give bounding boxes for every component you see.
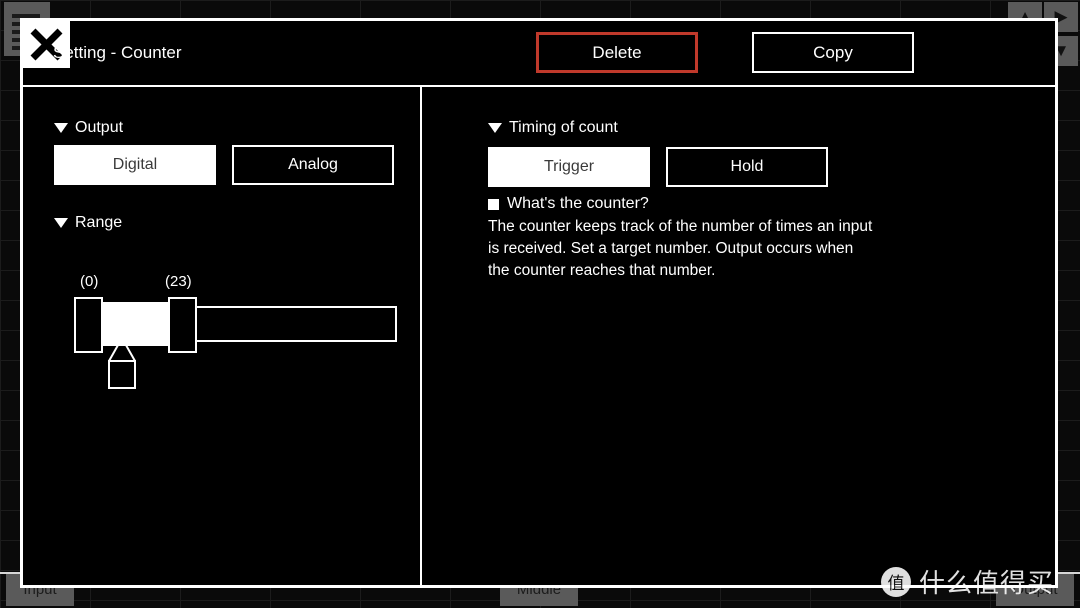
triangle-down-icon — [488, 123, 502, 133]
square-bullet-icon — [488, 198, 499, 210]
timing-option-hold[interactable]: Hold — [666, 147, 828, 187]
timing-section-label: Timing of count — [509, 119, 618, 136]
dialog-title: Setting - Counter — [53, 43, 182, 62]
watermark-badge: 值 — [880, 566, 911, 597]
output-section-label: Output — [75, 119, 124, 136]
info-section: What's the counter? The counter keeps tr… — [488, 195, 918, 282]
watermark: 值 什么值得买 — [880, 563, 1054, 600]
range-min-label: (0) — [80, 273, 99, 290]
triangle-down-icon — [54, 123, 68, 133]
output-option-group: Digital Analog — [54, 145, 394, 185]
setting-counter-dialog: Setting - Counter Delete Copy Output Dig… — [20, 18, 1058, 588]
output-option-analog[interactable]: Analog — [232, 145, 394, 185]
dialog-header: Setting - Counter Delete Copy — [23, 21, 1055, 87]
copy-button[interactable]: Copy — [752, 32, 914, 73]
watermark-text: 什么值得买 — [918, 568, 1054, 598]
timing-section: Timing of count Trigger Hold — [488, 89, 828, 187]
info-title-row: What's the counter? — [488, 195, 918, 213]
delete-button[interactable]: Delete — [536, 32, 698, 73]
triangle-down-icon — [54, 218, 68, 228]
range-section-label: Range — [75, 214, 123, 231]
timing-section-header: Timing of count — [488, 119, 828, 137]
info-title: What's the counter? — [507, 195, 649, 212]
dialog-body: Output Digital Analog Range (0) (23) Tim… — [23, 87, 1055, 585]
timing-option-group: Trigger Hold — [488, 147, 828, 187]
timing-option-trigger[interactable]: Trigger — [488, 147, 650, 187]
output-option-digital[interactable]: Digital — [54, 145, 216, 185]
range-slider-block: (0) (23) — [54, 273, 399, 389]
range-handle-min[interactable] — [74, 297, 103, 353]
right-panel: Timing of count Trigger Hold What's the … — [422, 87, 1055, 585]
range-section-header: Range — [54, 214, 122, 232]
info-body-text: The counter keeps track of the number of… — [488, 218, 873, 279]
range-pointer-icon[interactable] — [105, 335, 139, 391]
left-panel: Output Digital Analog Range (0) (23) — [23, 87, 422, 585]
range-max-label: (23) — [165, 273, 192, 290]
range-handle-max[interactable] — [168, 297, 197, 353]
output-section-header: Output — [54, 119, 123, 137]
range-value-labels: (0) (23) — [54, 273, 399, 293]
